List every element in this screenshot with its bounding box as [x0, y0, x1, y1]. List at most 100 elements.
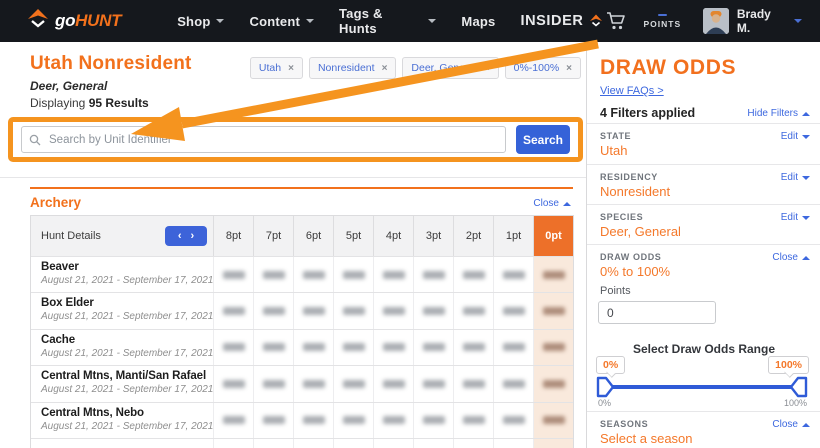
filter-label-draw-odds: DRAW ODDS: [600, 252, 662, 262]
gohunt-logo[interactable]: goHUNT: [26, 8, 121, 35]
col-header-8pt[interactable]: 8pt: [213, 216, 253, 256]
odds-cell-blurred: [293, 438, 333, 448]
seasons-select[interactable]: Select a season: [600, 431, 693, 446]
view-faqs-link[interactable]: View FAQs >: [600, 85, 664, 97]
chip-residency[interactable]: Nonresident ×: [308, 57, 397, 79]
prev-columns-button[interactable]: ‹: [178, 230, 182, 242]
table-row[interactable]: [31, 437, 573, 448]
points-nav-item[interactable]: POINTS: [643, 13, 682, 29]
blurred-value: [342, 379, 365, 388]
odds-cell-blurred: [213, 293, 253, 329]
edit-state-link[interactable]: Edit: [781, 131, 810, 142]
col-header-3pt[interactable]: 3pt: [413, 216, 453, 256]
blurred-value: [462, 379, 485, 388]
chevron-down-icon: [428, 19, 437, 23]
table-row[interactable]: Box Elder August 21, 2021 - September 17…: [31, 292, 573, 329]
blurred-value: [302, 343, 325, 352]
blurred-value: [302, 416, 325, 425]
chip-state[interactable]: Utah ×: [249, 57, 303, 79]
close-icon[interactable]: ×: [382, 63, 388, 74]
hide-filters-link[interactable]: Hide Filters: [747, 108, 810, 119]
blurred-value: [502, 416, 525, 425]
divider: [0, 177, 586, 178]
col-header-0pt[interactable]: 0pt: [533, 216, 573, 256]
search-field-wrap: [21, 126, 506, 153]
nav-item-shop[interactable]: Shop: [175, 8, 226, 35]
search-input[interactable]: [21, 126, 506, 153]
hunt-name[interactable]: Central Mtns, Manti/San Rafael: [41, 370, 206, 382]
points-input-label: Points: [600, 285, 631, 297]
filter-chips: Utah × Nonresident × Deer, General × 0%-…: [249, 57, 581, 79]
odds-cell-blurred: [533, 366, 573, 402]
hunt-details-cell: Central Mtns, Nebo August 21, 2021 - Sep…: [31, 403, 213, 438]
points-input[interactable]: [598, 301, 716, 324]
odds-cell-blurred: [493, 293, 533, 329]
draw-odds-slider[interactable]: [595, 373, 809, 406]
column-pager[interactable]: ‹ ›: [165, 226, 207, 246]
nav-item-tags-hunts[interactable]: Tags & Hunts: [337, 0, 438, 42]
filter-value-draw-odds[interactable]: 0% to 100%: [600, 264, 670, 279]
odds-cell-blurred: [253, 257, 293, 293]
close-draw-odds-link[interactable]: Close: [772, 252, 810, 263]
close-icon[interactable]: ×: [288, 63, 294, 74]
col-header-2pt[interactable]: 2pt: [453, 216, 493, 256]
nav-menu: Shop Content Tags & Hunts Maps INSIDER: [175, 0, 605, 42]
nav-item-label: Tags & Hunts: [338, 6, 383, 36]
hunt-details-cell: [31, 439, 213, 448]
odds-cell-blurred: [413, 257, 453, 293]
odds-cell-blurred: [413, 402, 453, 438]
chip-species[interactable]: Deer, General ×: [402, 57, 499, 79]
col-header-6pt[interactable]: 6pt: [293, 216, 333, 256]
odds-cell-blurred: [213, 329, 253, 366]
avatar[interactable]: [703, 8, 729, 34]
filter-value-state[interactable]: Utah: [600, 143, 627, 158]
odds-cell-blurred: [453, 257, 493, 293]
hunt-name[interactable]: Beaver: [41, 261, 203, 273]
close-seasons-link[interactable]: Close: [772, 419, 810, 430]
odds-cell-blurred: [333, 293, 373, 329]
hunt-details-cell: Central Mtns, Manti/San Rafael August 21…: [31, 366, 213, 401]
table-row[interactable]: Central Mtns, Manti/San Rafael August 21…: [31, 365, 573, 402]
page-subtitle: Deer, General: [30, 79, 108, 93]
user-menu[interactable]: Brady M.: [737, 7, 787, 35]
table-row[interactable]: Cache August 21, 2021 - September 17, 20…: [31, 328, 573, 366]
odds-cell-blurred: [493, 402, 533, 438]
section-close-link[interactable]: Close: [533, 198, 571, 209]
odds-cell-blurred: [253, 366, 293, 402]
blurred-value: [422, 307, 445, 316]
nav-item-content[interactable]: Content: [247, 8, 316, 35]
filter-label-residency: RESIDENCY: [600, 172, 658, 182]
odds-cell-blurred: [413, 293, 453, 329]
points-label: POINTS: [643, 18, 682, 29]
cart-icon[interactable]: [605, 11, 627, 31]
blurred-value: [422, 270, 445, 279]
blurred-value: [262, 343, 285, 352]
close-icon[interactable]: ×: [566, 63, 572, 74]
range-high-tooltip: 100%: [768, 356, 809, 374]
filter-value-species[interactable]: Deer, General: [600, 224, 681, 239]
col-header-1pt[interactable]: 1pt: [493, 216, 533, 256]
close-icon[interactable]: ×: [484, 63, 490, 74]
next-columns-button[interactable]: ›: [191, 230, 195, 242]
table-row[interactable]: Central Mtns, Nebo August 21, 2021 - Sep…: [31, 401, 573, 438]
insider-diamond-icon: [589, 14, 603, 28]
col-header-4pt[interactable]: 4pt: [373, 216, 413, 256]
chip-draw-odds[interactable]: 0%-100% ×: [504, 57, 581, 79]
search-button[interactable]: Search: [516, 125, 570, 154]
filter-value-residency[interactable]: Nonresident: [600, 184, 670, 199]
table-row[interactable]: Beaver August 21, 2021 - September 17, 2…: [31, 256, 573, 293]
nav-item-maps[interactable]: Maps: [459, 8, 497, 35]
hunt-name[interactable]: Central Mtns, Nebo: [41, 407, 203, 419]
chevron-down-icon[interactable]: [794, 19, 802, 23]
blurred-value: [302, 379, 325, 388]
hunt-name[interactable]: Box Elder: [41, 297, 203, 309]
edit-species-link[interactable]: Edit: [781, 212, 810, 223]
blurred-value: [342, 270, 365, 279]
edit-residency-link[interactable]: Edit: [781, 172, 810, 183]
blurred-value: [262, 416, 285, 425]
col-header-5pt[interactable]: 5pt: [333, 216, 373, 256]
main-content: Utah Nonresident Deer, General Displayin…: [0, 42, 586, 448]
nav-item-insider[interactable]: INSIDER: [518, 7, 605, 35]
hunt-name[interactable]: Cache: [41, 334, 203, 346]
col-header-7pt[interactable]: 7pt: [253, 216, 293, 256]
